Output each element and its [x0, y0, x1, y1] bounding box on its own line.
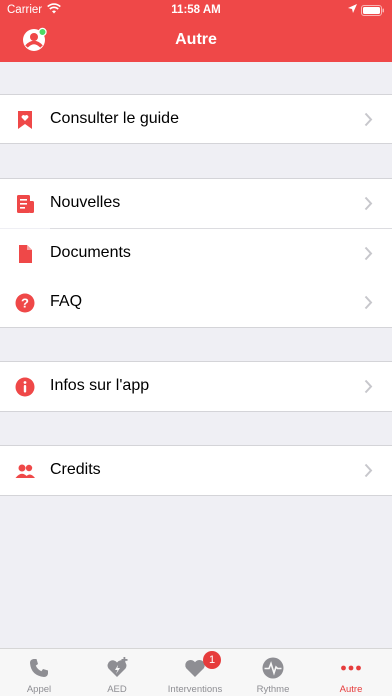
newspaper-icon: [14, 193, 36, 215]
tab-label: AED: [107, 684, 127, 695]
menu-item-label: FAQ: [50, 293, 83, 310]
section-divider: [0, 327, 392, 328]
more-dots-icon: [339, 656, 363, 680]
section-divider: [0, 495, 392, 496]
menu-item-label: Documents: [50, 244, 131, 261]
status-bar: Carrier 11:58 AM: [0, 0, 392, 20]
tab-bar: Appel AED Interventions Rythme Autre: [0, 648, 392, 696]
menu-item-guide[interactable]: Consulter le guide: [0, 95, 392, 144]
tab-aed[interactable]: AED: [78, 649, 156, 696]
info-circle-icon: [14, 376, 36, 398]
phone-icon: [27, 656, 51, 680]
chevron-right-icon: [364, 463, 373, 478]
question-circle-icon: ?: [14, 292, 36, 314]
tab-autre[interactable]: Autre: [312, 649, 390, 696]
bookmark-heart-icon: [14, 109, 36, 131]
chevron-right-icon: [364, 246, 373, 261]
menu-item-label: Consulter le guide: [50, 110, 179, 127]
svg-text:?: ?: [21, 296, 29, 311]
tab-label: Appel: [26, 684, 52, 695]
chevron-right-icon: [364, 379, 373, 394]
section-divider: [0, 411, 392, 412]
menu-item-credits[interactable]: Credits: [0, 446, 392, 495]
menu-item-news[interactable]: Nouvelles: [0, 179, 392, 228]
menu-item-label: Infos sur l'app: [50, 377, 150, 394]
menu-item-faq[interactable]: ? FAQ: [0, 278, 392, 327]
tab-appel[interactable]: Appel: [0, 649, 78, 696]
aed-heart-icon: [105, 656, 129, 680]
notification-badge: 1: [203, 651, 221, 669]
menu-item-label: Credits: [50, 461, 101, 478]
document-icon: [14, 243, 36, 265]
tab-interventions[interactable]: Interventions: [156, 649, 234, 696]
tab-label: Interventions: [167, 684, 223, 695]
nav-header: Carrier 11:58 AM Autre: [0, 0, 392, 62]
menu-item-documents[interactable]: Documents: [0, 229, 392, 278]
chevron-right-icon: [364, 196, 373, 211]
tab-rythme[interactable]: Rythme: [234, 649, 312, 696]
section-divider: [0, 143, 392, 144]
chevron-right-icon: [364, 112, 373, 127]
status-time: 11:58 AM: [171, 4, 221, 16]
tab-label: Autre: [339, 684, 363, 695]
page-title: Autre: [175, 31, 217, 48]
location-arrow-icon: [348, 4, 357, 16]
menu-item-label: Nouvelles: [50, 194, 121, 211]
heartbeat-icon: [261, 656, 285, 680]
users-icon: [14, 460, 36, 482]
menu-item-app-info[interactable]: Infos sur l'app: [0, 362, 392, 411]
tab-label: Rythme: [256, 684, 290, 695]
chevron-right-icon: [364, 295, 373, 310]
battery-icon: [361, 5, 385, 19]
